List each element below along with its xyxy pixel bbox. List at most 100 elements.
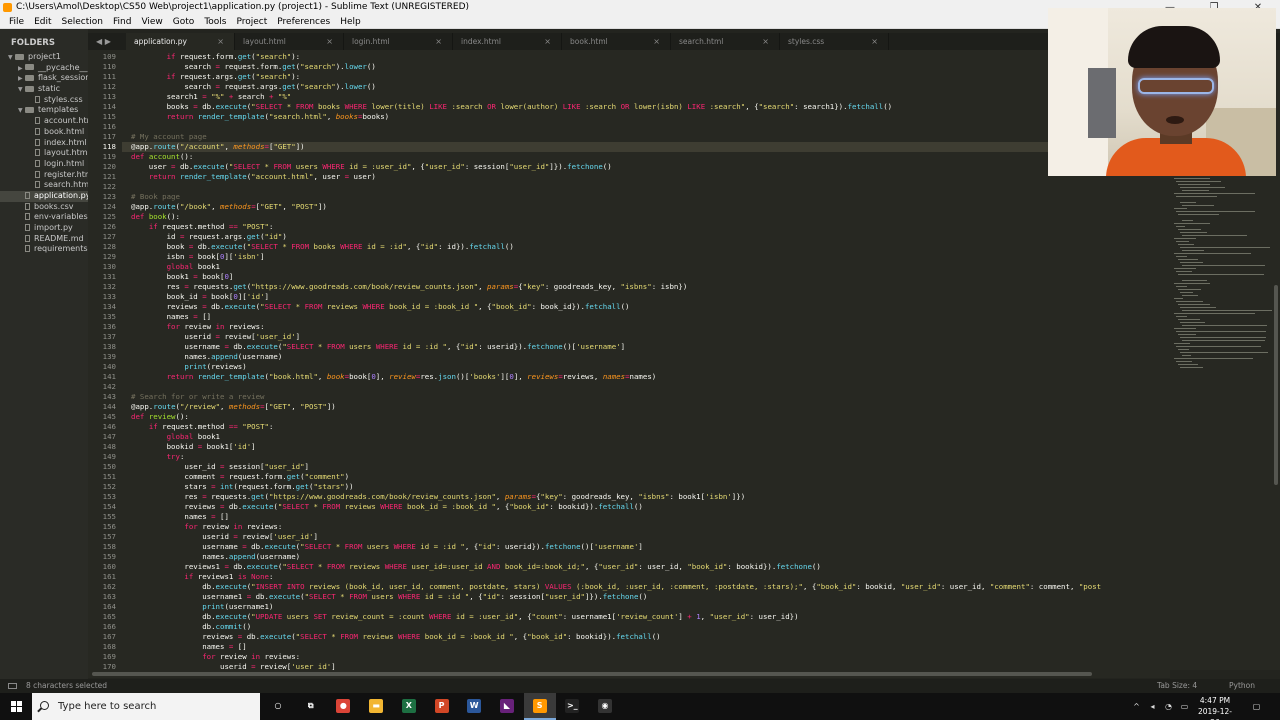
- code-line[interactable]: if reviews1 is None:: [131, 572, 273, 582]
- code-line[interactable]: for review in reviews:: [131, 652, 300, 662]
- code-line[interactable]: for review in reviews:: [131, 322, 265, 332]
- code-line[interactable]: global book1: [131, 432, 220, 442]
- menu-edit[interactable]: Edit: [29, 15, 56, 28]
- taskbar-clock[interactable]: 4:47 PM 2019-12-26: [1194, 695, 1236, 720]
- code-line[interactable]: userid = review['user_id']: [131, 332, 300, 342]
- code-line[interactable]: names = []: [131, 312, 212, 322]
- sidebar-item[interactable]: index.html: [0, 138, 88, 149]
- sidebar-item[interactable]: ▼ project1: [0, 52, 88, 63]
- menu-goto[interactable]: Goto: [168, 15, 200, 28]
- menu-help[interactable]: Help: [335, 15, 366, 28]
- sidebar-item[interactable]: search.html: [0, 180, 88, 191]
- code-line[interactable]: reviews = db.execute("SELECT * FROM revi…: [131, 502, 642, 512]
- code-line[interactable]: stars = int(request.form.get("stars")): [131, 482, 353, 492]
- code-line[interactable]: @app.route("/book", methods=["GET", "POS…: [131, 202, 327, 212]
- code-line[interactable]: bookid = book1['id']: [131, 442, 256, 452]
- sublime-text-taskbar-button[interactable]: S: [523, 693, 556, 720]
- syntax-indicator[interactable]: Python: [1229, 679, 1255, 693]
- code-line[interactable]: if request.form.get("search"):: [131, 52, 301, 62]
- tab-close-icon[interactable]: ×: [544, 33, 551, 50]
- network-icon[interactable]: ◔: [1164, 702, 1173, 711]
- code-line[interactable]: userid = review['user_id']: [131, 662, 336, 670]
- scrollbar-thumb[interactable]: [1274, 285, 1278, 485]
- menu-find[interactable]: Find: [108, 15, 136, 28]
- editor-tab[interactable]: application.py ×: [126, 33, 235, 50]
- code-line[interactable]: if request.args.get("search"):: [131, 72, 301, 82]
- code-line[interactable]: username = db.execute("SELECT * FROM use…: [131, 342, 625, 352]
- sidebar-item[interactable]: styles.css: [0, 95, 88, 106]
- code-line[interactable]: for review in reviews:: [131, 522, 282, 532]
- sidebar-item[interactable]: requirements.txt: [0, 244, 88, 255]
- menu-selection[interactable]: Selection: [57, 15, 108, 28]
- code-line[interactable]: # Book page: [131, 192, 180, 202]
- code-line[interactable]: # Search for or write a review: [131, 392, 265, 402]
- panel-toggle-icon[interactable]: [8, 683, 17, 689]
- code-line[interactable]: def book():: [131, 212, 180, 222]
- menu-tools[interactable]: Tools: [199, 15, 231, 28]
- tab-close-icon[interactable]: ×: [871, 33, 878, 50]
- code-line[interactable]: isbn = book[0]['isbn']: [131, 252, 265, 262]
- taskbar-search-box[interactable]: Type here to search: [32, 693, 260, 720]
- sidebar-item[interactable]: ▼ static: [0, 84, 88, 95]
- sidebar-item[interactable]: register.html: [0, 170, 88, 181]
- code-line[interactable]: names = []: [131, 642, 247, 652]
- code-line[interactable]: user = db.execute("SELECT * FROM users W…: [131, 162, 612, 172]
- menu-project[interactable]: Project: [231, 15, 272, 28]
- code-line[interactable]: username1 = db.execute("SELECT * FROM us…: [131, 592, 647, 602]
- tab-close-icon[interactable]: ×: [435, 33, 442, 50]
- code-line[interactable]: book = db.execute("SELECT * FROM books W…: [131, 242, 514, 252]
- sidebar-item[interactable]: import.py: [0, 223, 88, 234]
- code-line[interactable]: @app.route("/account", methods=["GET"]): [131, 142, 305, 152]
- tab-close-icon[interactable]: ×: [762, 33, 769, 50]
- sidebar-item[interactable]: env-variables: [0, 212, 88, 223]
- code-line[interactable]: search1 = "%" + search + "%": [131, 92, 292, 102]
- visual-studio-taskbar-button[interactable]: ◣: [491, 693, 523, 720]
- sidebar-item[interactable]: book.html: [0, 127, 88, 138]
- code-line[interactable]: db.execute("INSERT INTO reviews (book_id…: [131, 582, 1101, 592]
- menu-file[interactable]: File: [4, 15, 29, 28]
- editor-tab[interactable]: login.html ×: [344, 33, 453, 50]
- code-line[interactable]: names.append(username): [131, 352, 282, 362]
- code-line[interactable]: reviews1 = db.execute("SELECT * FROM rev…: [131, 562, 820, 572]
- code-line[interactable]: res = requests.get("https://www.goodread…: [131, 492, 745, 502]
- horizontal-scrollbar[interactable]: [88, 670, 1170, 678]
- sidebar-item[interactable]: ▶ flask_session: [0, 73, 88, 84]
- code-line[interactable]: reviews = db.execute("SELECT * FROM revi…: [131, 632, 660, 642]
- code-line[interactable]: def review():: [131, 412, 189, 422]
- hscrollbar-thumb[interactable]: [92, 672, 1092, 676]
- sidebar-item[interactable]: books.csv: [0, 202, 88, 213]
- editor-tab[interactable]: index.html ×: [453, 33, 562, 50]
- code-line[interactable]: # My account page: [131, 132, 207, 142]
- volume-icon[interactable]: ◂: [1148, 702, 1157, 711]
- obs-taskbar-button[interactable]: ◉: [589, 693, 621, 720]
- menu-preferences[interactable]: Preferences: [272, 15, 335, 28]
- code-line[interactable]: user_id = session["user_id"]: [131, 462, 309, 472]
- code-line[interactable]: db.commit(): [131, 622, 251, 632]
- code-line[interactable]: search = request.form.get("search").lowe…: [131, 62, 375, 72]
- tab-size-indicator[interactable]: Tab Size: 4: [1157, 679, 1197, 693]
- excel-taskbar-button[interactable]: X: [393, 693, 425, 720]
- file-explorer-taskbar-button[interactable]: ▬: [360, 693, 392, 720]
- word-taskbar-button[interactable]: W: [458, 693, 490, 720]
- sidebar-item[interactable]: layout.html: [0, 148, 88, 159]
- code-line[interactable]: id = request.args.get("id"): [131, 232, 287, 242]
- task-view-taskbar-button[interactable]: ⧉: [295, 693, 327, 720]
- code-line[interactable]: book_id = book[0]['id']: [131, 292, 269, 302]
- code-line[interactable]: names.append(username): [131, 552, 300, 562]
- code-editor[interactable]: 109 110 111 112 113 114 115 116 117 118 119 120 121 1…: [88, 50, 1170, 670]
- code-line[interactable]: userid = review['user_id']: [131, 532, 318, 542]
- code-area[interactable]: if request.form.get("search"): search = …: [131, 50, 1170, 670]
- code-line[interactable]: try:: [131, 452, 185, 462]
- battery-icon[interactable]: ▭: [1180, 702, 1189, 711]
- tab-close-icon[interactable]: ×: [326, 33, 333, 50]
- code-line[interactable]: return render_template("book.html", book…: [131, 372, 657, 382]
- powerpoint-taskbar-button[interactable]: P: [426, 693, 458, 720]
- terminal-taskbar-button[interactable]: >_: [556, 693, 588, 720]
- code-line[interactable]: reviews = db.execute("SELECT * FROM revi…: [131, 302, 630, 312]
- editor-tab[interactable]: styles.css ×: [780, 33, 889, 50]
- cortana-taskbar-button[interactable]: ○: [262, 693, 294, 720]
- code-line[interactable]: if request.method == "POST":: [131, 422, 274, 432]
- editor-tab[interactable]: book.html ×: [562, 33, 671, 50]
- chrome-taskbar-button[interactable]: ●: [327, 693, 359, 720]
- code-line[interactable]: search = request.args.get("search").lowe…: [131, 82, 375, 92]
